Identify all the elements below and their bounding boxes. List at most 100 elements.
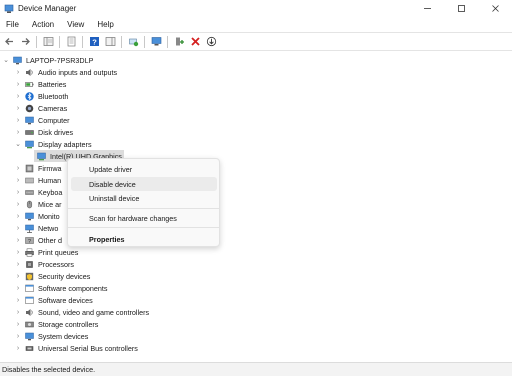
tree-item-other-devices[interactable]: › ? Other d [14, 234, 62, 246]
chevron-right-icon[interactable]: › [14, 188, 22, 196]
chevron-right-icon[interactable]: › [14, 80, 22, 88]
minimize-button[interactable] [410, 0, 444, 17]
disable-device-menu-item[interactable]: Disable device [71, 177, 217, 191]
tree-item-print-queues[interactable]: › Print queues [14, 246, 79, 258]
chevron-right-icon[interactable]: › [14, 332, 22, 340]
tree-item-label: Security devices [38, 271, 91, 281]
back-icon[interactable] [3, 36, 15, 48]
tree-item-keyboards[interactable]: › Keyboa [14, 186, 63, 198]
chevron-right-icon[interactable]: › [14, 116, 22, 124]
usb-icon [25, 345, 34, 351]
chevron-right-icon[interactable]: › [14, 68, 22, 76]
chevron-right-icon[interactable]: › [14, 212, 22, 220]
tree-item-label: Software devices [38, 295, 93, 305]
chevron-right-icon[interactable]: › [14, 128, 22, 136]
toolbar-separator [82, 35, 83, 48]
show-hide-tree-icon[interactable] [42, 36, 54, 48]
tree-item-system-devices[interactable]: › System devices [14, 330, 89, 342]
update-driver-icon[interactable] [127, 36, 139, 48]
chevron-right-icon[interactable]: › [14, 164, 22, 172]
chevron-right-icon[interactable]: › [14, 224, 22, 232]
tree-item-human-interface[interactable]: › Human [14, 174, 61, 186]
sound-icon [26, 308, 33, 316]
chevron-right-icon[interactable]: › [14, 248, 22, 256]
status-bar: Disables the selected device. [0, 362, 512, 376]
tree-item-storage-controllers[interactable]: › Storage controllers [14, 318, 99, 330]
chevron-right-icon[interactable]: › [14, 200, 22, 208]
scan-hardware-changes-menu-item[interactable]: Scan for hardware changes [71, 211, 217, 225]
tree-item-label: Sound, video and game controllers [38, 307, 150, 317]
human-interface-icon [25, 177, 34, 183]
monitor-icon [25, 212, 34, 220]
tree-item-display-adapters[interactable]: ⌄ Display adapters [14, 138, 92, 150]
scan-hardware-icon[interactable] [150, 36, 162, 48]
menu-view[interactable]: View [63, 20, 88, 29]
chevron-right-icon[interactable]: › [14, 272, 22, 280]
update-driver-menu-item[interactable]: Update driver [71, 162, 217, 176]
chevron-down-icon[interactable]: ⌄ [2, 56, 10, 64]
tree-item-firmware[interactable]: › Firmwa [14, 162, 62, 174]
processor-icon [26, 260, 33, 268]
chevron-right-icon[interactable]: › [14, 344, 22, 352]
tree-root[interactable]: ⌄ LAPTOP-7PSR3DLP [2, 54, 93, 66]
display-adapter-icon [25, 140, 34, 148]
toolbar-separator [144, 35, 145, 48]
tree-item-monitors[interactable]: › Monito [14, 210, 60, 222]
device-manager-icon [4, 4, 14, 14]
tree-item-cameras[interactable]: › Cameras [14, 102, 67, 114]
properties-menu-item[interactable]: Properties [71, 232, 217, 246]
window-title: Device Manager [18, 4, 77, 13]
chevron-right-icon[interactable]: › [14, 284, 22, 292]
properties-icon[interactable] [65, 36, 77, 48]
title-bar: Device Manager [0, 0, 512, 17]
forward-icon[interactable] [19, 36, 31, 48]
tree-item-label: Display adapters [38, 139, 92, 149]
tree-item-software-devices[interactable]: › Software devices [14, 294, 93, 306]
tree-item-software-components[interactable]: › Software components [14, 282, 108, 294]
chevron-right-icon[interactable]: › [14, 104, 22, 112]
menu-file[interactable]: File [2, 20, 23, 29]
security-icon [25, 272, 34, 280]
chevron-right-icon[interactable]: › [14, 236, 22, 244]
menu-action[interactable]: Action [28, 20, 58, 29]
display-adapter-icon [37, 152, 46, 160]
tree-item-computer[interactable]: › Computer [14, 114, 70, 126]
speaker-icon [26, 68, 33, 76]
add-driver-icon[interactable] [173, 36, 185, 48]
tree-item-network[interactable]: › Netwo [14, 222, 59, 234]
chevron-right-icon[interactable]: › [14, 260, 22, 268]
help-icon[interactable]: ? [88, 36, 100, 48]
software-device-icon [25, 296, 34, 304]
tree-item-processors[interactable]: › Processors [14, 258, 74, 270]
tree-item-batteries[interactable]: › Batteries [14, 78, 67, 90]
toolbar-separator [59, 35, 60, 48]
chevron-right-icon[interactable]: › [14, 308, 22, 316]
chevron-right-icon[interactable]: › [14, 320, 22, 328]
tree-item-usb-controllers[interactable]: › Universal Serial Bus controllers [14, 342, 138, 354]
tree-item-mice[interactable]: › Mice ar [14, 198, 62, 210]
tree-item-disk-drives[interactable]: › Disk drives [14, 126, 73, 138]
menu-separator [68, 208, 219, 209]
chevron-down-icon[interactable]: ⌄ [14, 140, 22, 148]
tree-item-bluetooth[interactable]: › Bluetooth [14, 90, 69, 102]
tree-item-audio[interactable]: › Audio inputs and outputs [14, 66, 117, 78]
tree-item-label: Disk drives [38, 127, 74, 137]
tree-item-label: Universal Serial Bus controllers [38, 343, 138, 353]
uninstall-device-icon[interactable] [189, 36, 201, 48]
disable-device-icon[interactable] [205, 36, 217, 48]
action-pane-icon[interactable] [104, 36, 116, 48]
tree-item-security-devices[interactable]: › Security devices [14, 270, 91, 282]
maximize-button[interactable] [444, 0, 478, 17]
tree-item-label: System devices [38, 331, 89, 341]
monitor-icon [25, 116, 34, 124]
menu-help[interactable]: Help [93, 20, 117, 29]
toolbar-separator [167, 35, 168, 48]
tree-item-sound-video-game[interactable]: › Sound, video and game controllers [14, 306, 149, 318]
chevron-right-icon[interactable]: › [14, 296, 22, 304]
chevron-right-icon[interactable]: › [14, 92, 22, 100]
firmware-icon [25, 164, 34, 172]
chevron-right-icon[interactable]: › [14, 176, 22, 184]
uninstall-device-menu-item[interactable]: Uninstall device [71, 191, 217, 205]
status-text: Disables the selected device. [2, 365, 96, 374]
close-button[interactable] [478, 0, 512, 17]
